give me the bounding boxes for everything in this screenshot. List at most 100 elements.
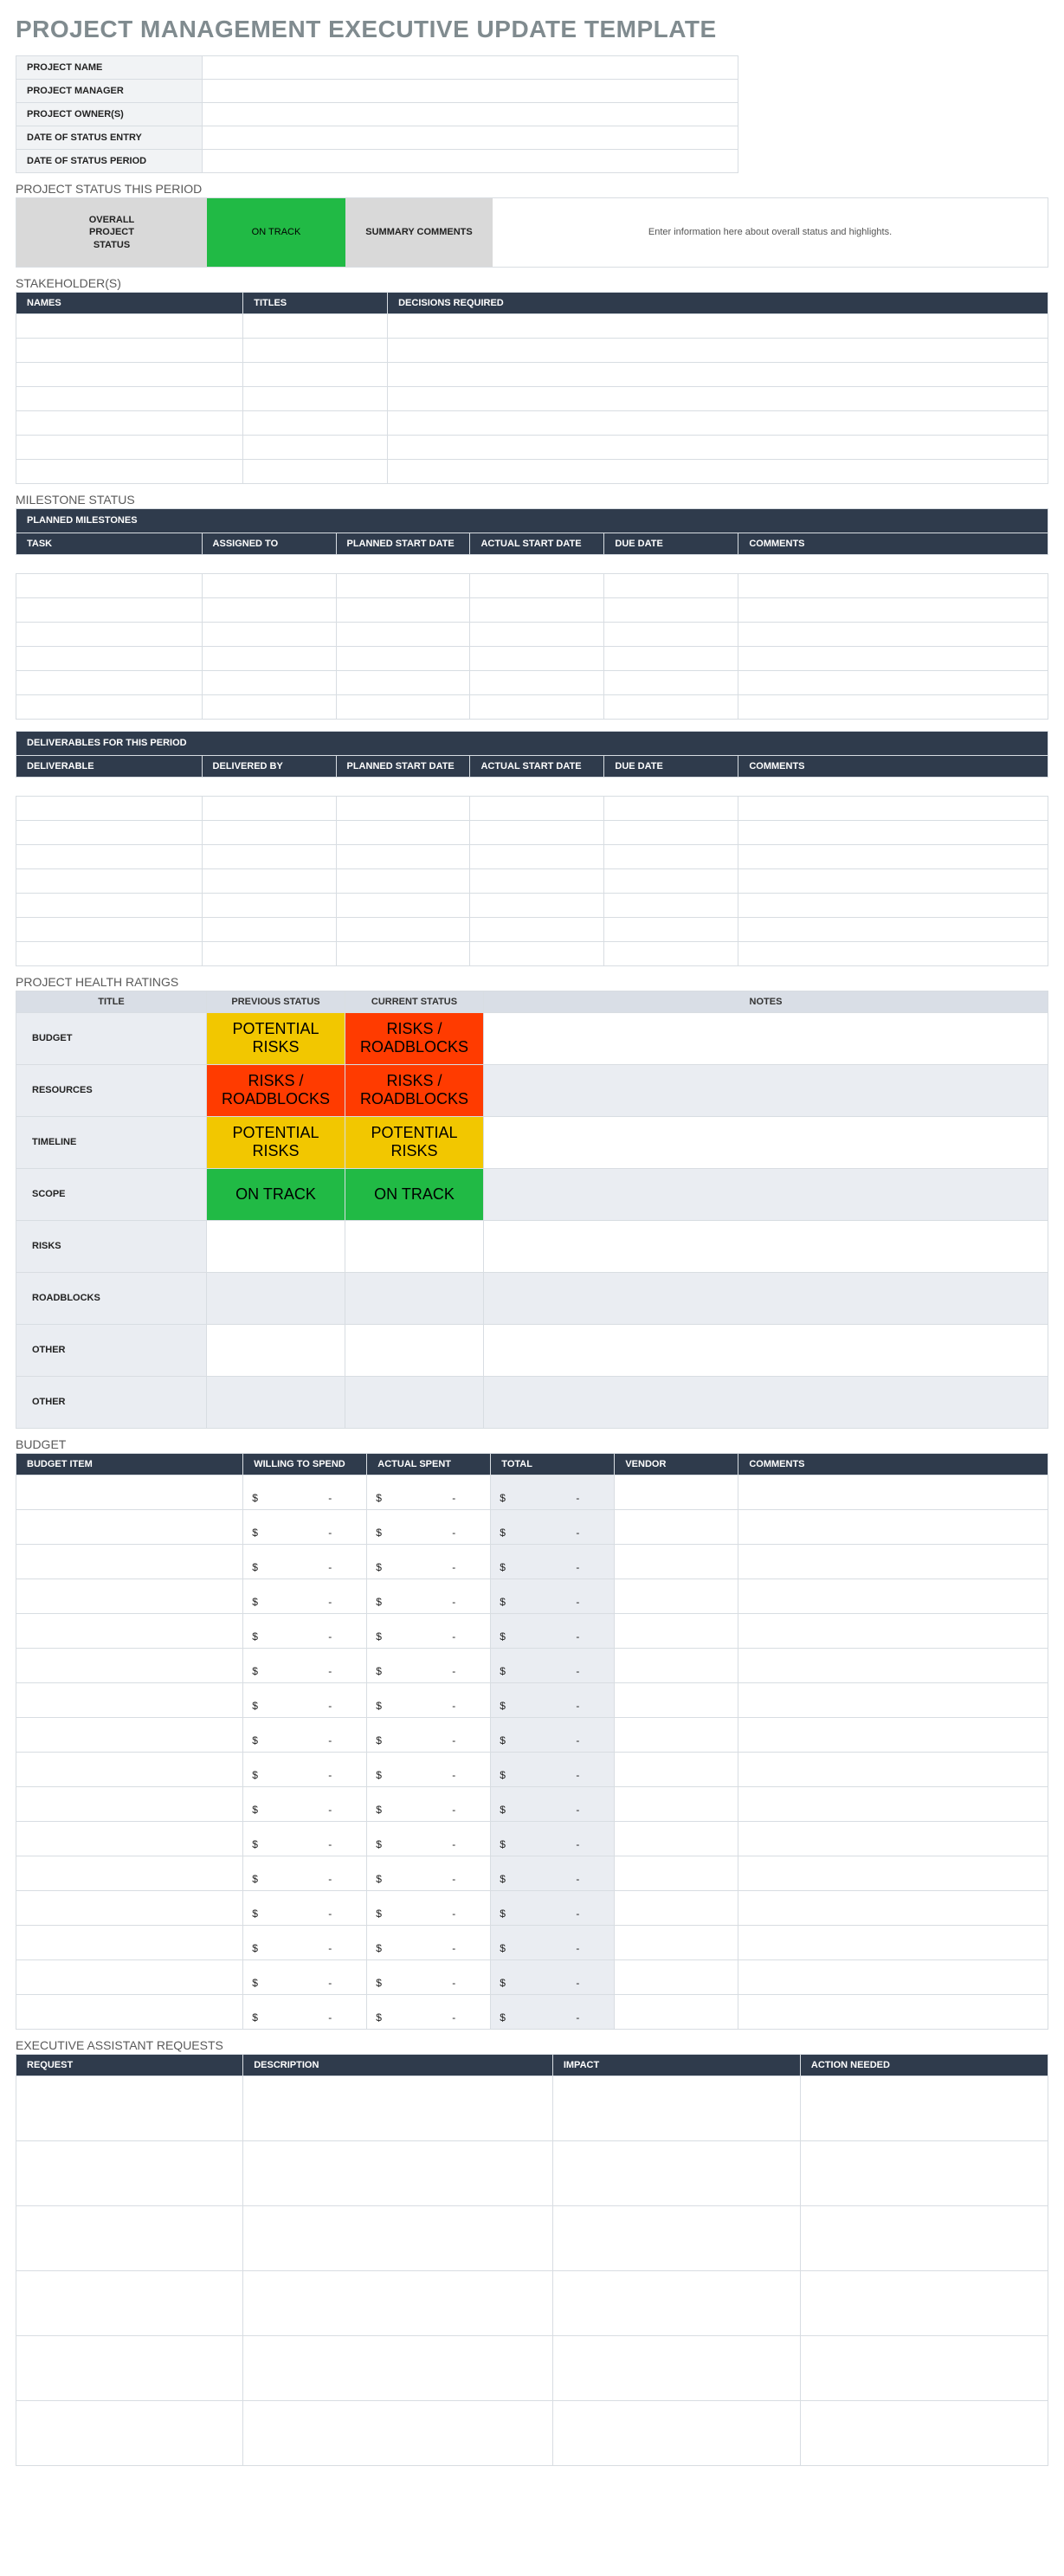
cell[interactable] <box>470 694 604 719</box>
willing-spend[interactable] <box>243 1856 367 1890</box>
cell[interactable] <box>470 893 604 917</box>
cell[interactable] <box>388 435 1048 459</box>
impact[interactable] <box>552 2205 800 2270</box>
cell[interactable] <box>604 868 738 893</box>
impact[interactable] <box>552 2270 800 2335</box>
cell[interactable] <box>16 338 243 362</box>
cell[interactable] <box>738 597 1048 622</box>
action-needed[interactable] <box>800 2400 1048 2465</box>
willing-spend[interactable] <box>243 1821 367 1856</box>
previous-status[interactable]: ON TRACK <box>207 1168 345 1220</box>
actual-spent[interactable] <box>367 1475 491 1509</box>
cell[interactable] <box>604 622 738 646</box>
comments[interactable] <box>738 1648 1048 1682</box>
cell[interactable] <box>470 820 604 844</box>
health-notes[interactable] <box>484 1116 1048 1168</box>
cell[interactable] <box>470 646 604 670</box>
health-notes[interactable] <box>484 1376 1048 1428</box>
cell[interactable] <box>470 796 604 820</box>
cell[interactable] <box>243 435 388 459</box>
cell[interactable] <box>388 386 1048 410</box>
cell[interactable] <box>16 410 243 435</box>
health-notes[interactable] <box>484 1168 1048 1220</box>
cell[interactable] <box>336 941 470 965</box>
request[interactable] <box>16 2335 243 2400</box>
cell[interactable] <box>202 820 336 844</box>
cell[interactable] <box>604 917 738 941</box>
cell[interactable] <box>604 820 738 844</box>
comments[interactable] <box>738 1890 1048 1925</box>
current-status[interactable] <box>345 1376 484 1428</box>
current-status[interactable] <box>345 1272 484 1324</box>
cell[interactable] <box>16 893 203 917</box>
comments[interactable] <box>738 1856 1048 1890</box>
cell[interactable] <box>202 646 336 670</box>
comments[interactable] <box>738 1717 1048 1752</box>
vendor[interactable] <box>615 1752 738 1786</box>
cell[interactable] <box>738 844 1048 868</box>
impact[interactable] <box>552 2076 800 2140</box>
actual-spent[interactable] <box>367 1994 491 2029</box>
vendor[interactable] <box>615 1475 738 1509</box>
willing-spend[interactable] <box>243 1648 367 1682</box>
cell[interactable] <box>336 670 470 694</box>
current-status[interactable]: RISKS / ROADBLOCKS <box>345 1064 484 1116</box>
cell[interactable] <box>243 459 388 483</box>
budget-item[interactable] <box>16 1717 243 1752</box>
cell[interactable] <box>738 868 1048 893</box>
cell[interactable] <box>604 893 738 917</box>
comments[interactable] <box>738 1786 1048 1821</box>
cell[interactable] <box>388 313 1048 338</box>
meta-input[interactable] <box>203 150 738 173</box>
budget-item[interactable] <box>16 1682 243 1717</box>
cell[interactable] <box>388 362 1048 386</box>
cell[interactable] <box>388 410 1048 435</box>
budget-item[interactable] <box>16 1994 243 2029</box>
cell[interactable] <box>470 917 604 941</box>
cell[interactable] <box>470 573 604 597</box>
cell[interactable] <box>16 844 203 868</box>
vendor[interactable] <box>615 1959 738 1994</box>
cell[interactable] <box>604 597 738 622</box>
vendor[interactable] <box>615 1579 738 1613</box>
previous-status[interactable] <box>207 1272 345 1324</box>
description[interactable] <box>243 2140 553 2205</box>
cell[interactable] <box>243 410 388 435</box>
vendor[interactable] <box>615 1925 738 1959</box>
comments[interactable] <box>738 1579 1048 1613</box>
description[interactable] <box>243 2076 553 2140</box>
cell[interactable] <box>336 646 470 670</box>
previous-status[interactable]: POTENTIAL RISKS <box>207 1116 345 1168</box>
willing-spend[interactable] <box>243 1959 367 1994</box>
description[interactable] <box>243 2270 553 2335</box>
vendor[interactable] <box>615 1856 738 1890</box>
impact[interactable] <box>552 2140 800 2205</box>
overall-status-value[interactable]: ON TRACK <box>207 198 345 267</box>
budget-item[interactable] <box>16 1648 243 1682</box>
cell[interactable] <box>738 670 1048 694</box>
cell[interactable] <box>16 646 203 670</box>
cell[interactable] <box>202 941 336 965</box>
current-status[interactable] <box>345 1324 484 1376</box>
previous-status[interactable] <box>207 1220 345 1272</box>
vendor[interactable] <box>615 1994 738 2029</box>
cell[interactable] <box>16 435 243 459</box>
vendor[interactable] <box>615 1613 738 1648</box>
previous-status[interactable]: RISKS / ROADBLOCKS <box>207 1064 345 1116</box>
actual-spent[interactable] <box>367 1856 491 1890</box>
actual-spent[interactable] <box>367 1544 491 1579</box>
cell[interactable] <box>604 694 738 719</box>
cell[interactable] <box>16 573 203 597</box>
actual-spent[interactable] <box>367 1509 491 1544</box>
cell[interactable] <box>738 646 1048 670</box>
cell[interactable] <box>16 459 243 483</box>
cell[interactable] <box>243 338 388 362</box>
cell[interactable] <box>202 573 336 597</box>
cell[interactable] <box>336 917 470 941</box>
vendor[interactable] <box>615 1648 738 1682</box>
vendor[interactable] <box>615 1821 738 1856</box>
budget-item[interactable] <box>16 1613 243 1648</box>
vendor[interactable] <box>615 1786 738 1821</box>
cell[interactable] <box>604 941 738 965</box>
budget-item[interactable] <box>16 1579 243 1613</box>
